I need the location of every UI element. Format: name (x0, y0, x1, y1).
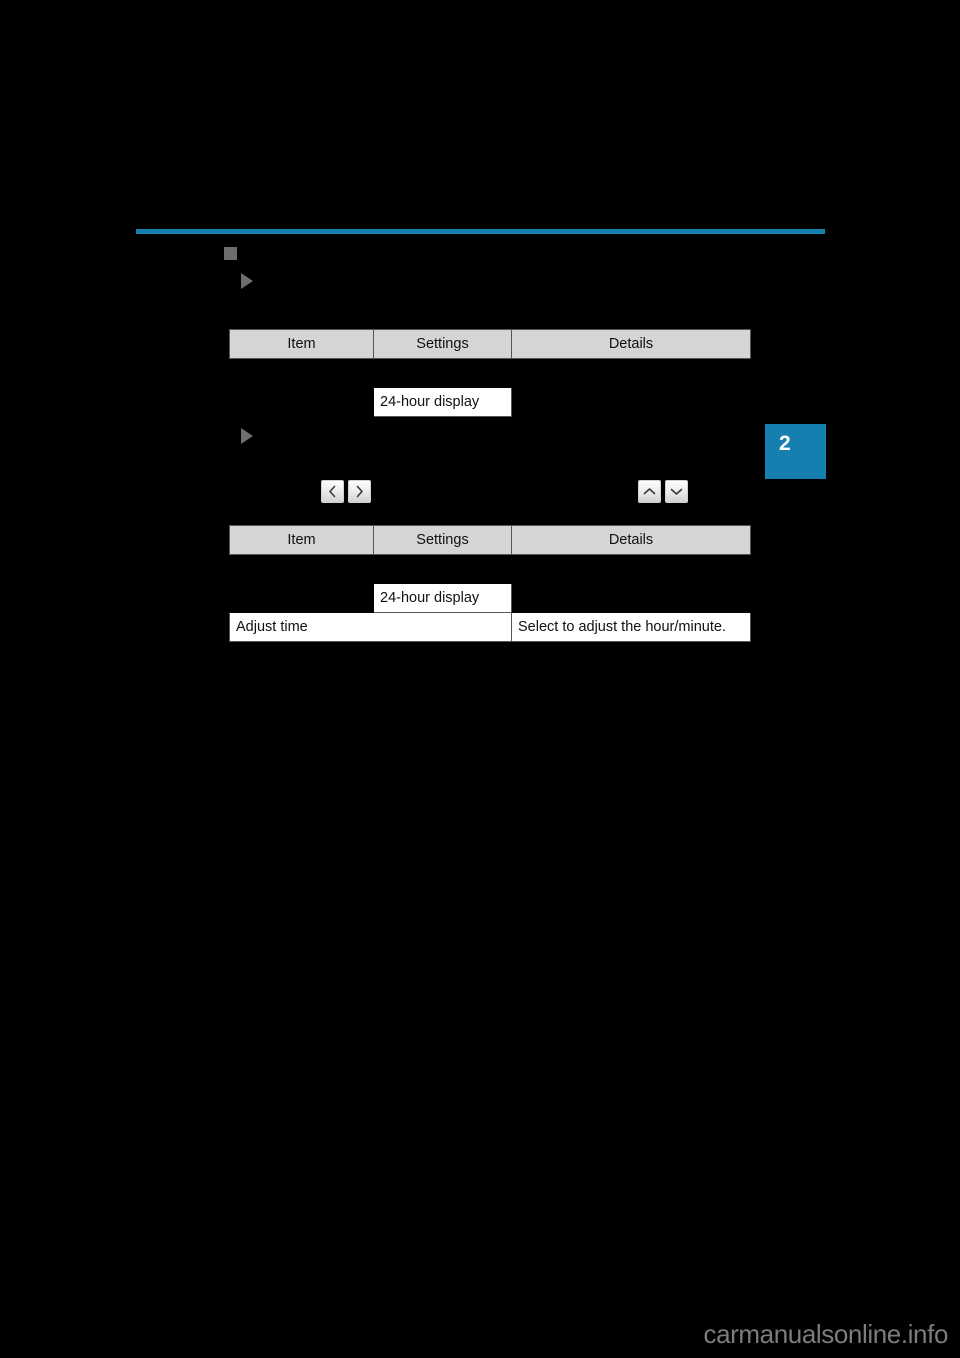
spacer-cell (373, 554, 512, 584)
table-cell-item (229, 583, 374, 613)
chevron-right-icon[interactable] (348, 480, 371, 503)
triangle-marker-icon (241, 428, 253, 444)
settings-table-two: Item Settings Details 24-hour display Ad… (229, 525, 751, 642)
table-row: 24-hour display (229, 387, 751, 417)
table-row: Adjust time Select to adjust the hour/mi… (229, 612, 751, 642)
table-cell-settings: 24-hour display (373, 583, 512, 613)
spacer-cell (229, 554, 374, 584)
table-header-row: Item Settings Details (229, 525, 751, 555)
column-header-details: Details (511, 525, 751, 555)
document-page: 2 Item Settings Details 24-hour display (0, 0, 960, 1358)
spacer-cell (511, 554, 751, 584)
chevron-left-icon[interactable] (321, 480, 344, 503)
table-cell-details (511, 583, 751, 613)
table-spacer-row (229, 554, 751, 584)
table-header-row: Item Settings Details (229, 329, 751, 359)
spacer-cell (229, 358, 374, 388)
settings-table-one: Item Settings Details 24-hour display (229, 329, 751, 417)
column-header-details: Details (511, 329, 751, 359)
table-cell-item (229, 387, 374, 417)
chevron-down-icon[interactable] (665, 480, 688, 503)
column-header-item: Item (229, 525, 374, 555)
site-watermark: carmanualsonline.info (703, 1319, 948, 1349)
table-cell-details: Select to adjust the hour/minute. (511, 612, 751, 642)
triangle-marker-icon (241, 273, 253, 289)
table-row: 24-hour display (229, 583, 751, 613)
chevron-up-icon[interactable] (638, 480, 661, 503)
table-cell-settings: 24-hour display (373, 387, 512, 417)
column-header-settings: Settings (373, 329, 512, 359)
table-cell-item: Adjust time (229, 612, 512, 642)
chapter-tab[interactable]: 2 (765, 424, 826, 479)
column-header-settings: Settings (373, 525, 512, 555)
column-header-item: Item (229, 329, 374, 359)
spacer-cell (373, 358, 512, 388)
spacer-cell (511, 358, 751, 388)
table-cell-details (511, 387, 751, 417)
header-rule (136, 229, 825, 234)
square-bullet-icon (224, 247, 237, 260)
table-spacer-row (229, 358, 751, 388)
